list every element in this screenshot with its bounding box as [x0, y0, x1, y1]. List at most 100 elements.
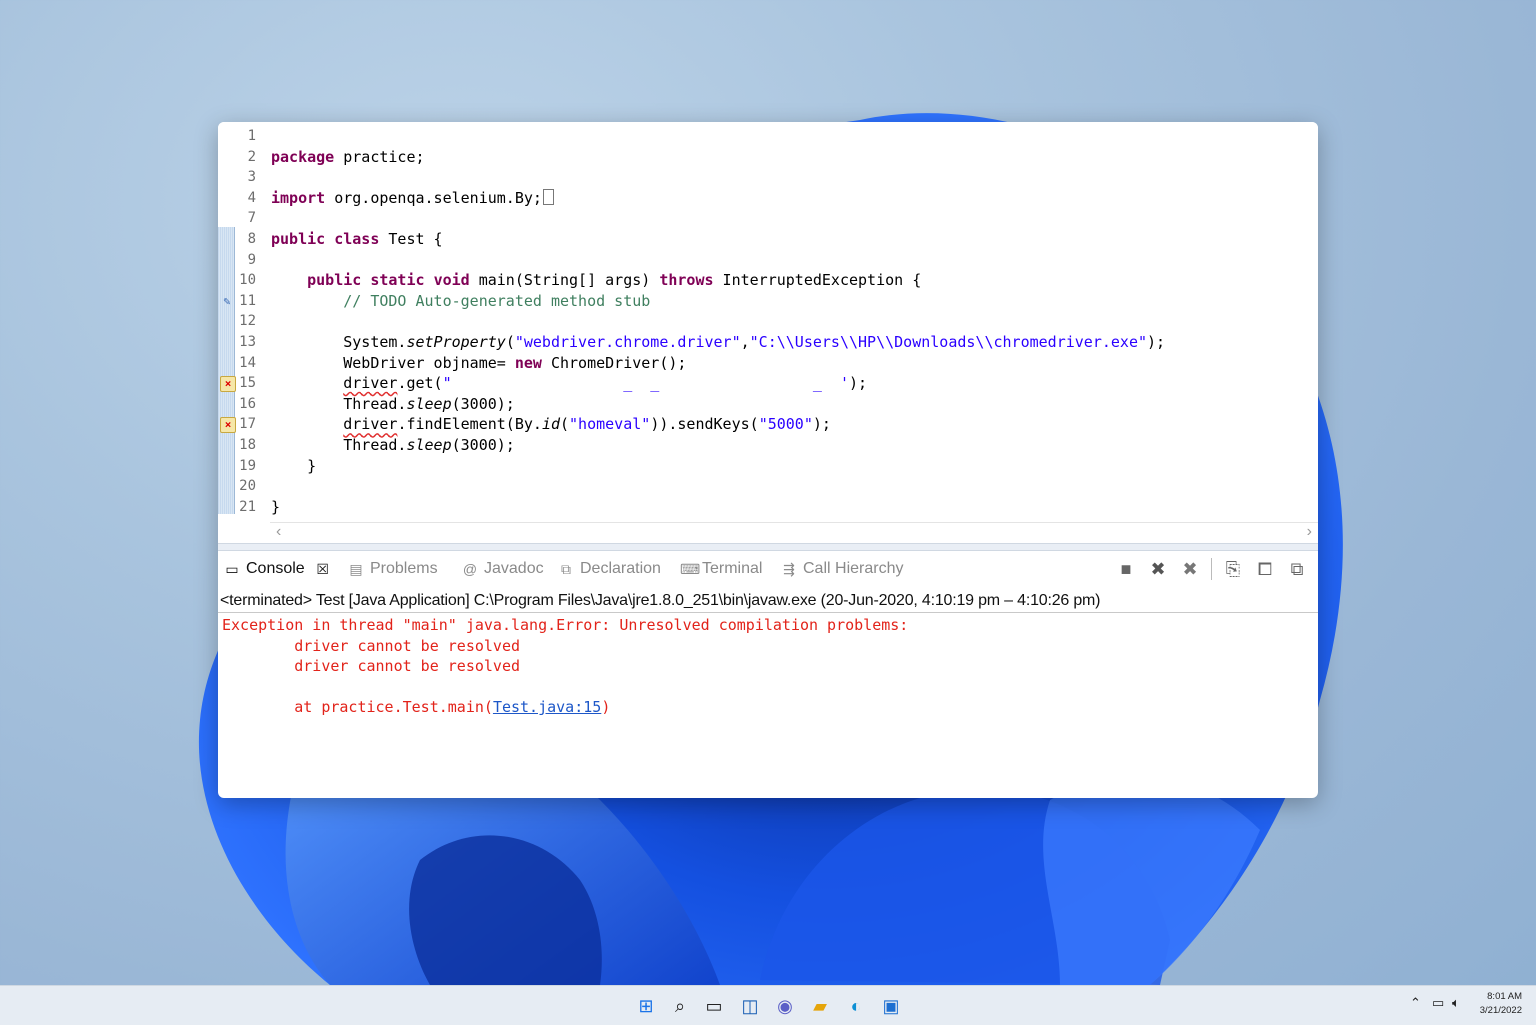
- code-token: System.: [271, 333, 407, 351]
- editor-horizontal-scrollbar[interactable]: ‹ ›: [270, 522, 1318, 541]
- code-line[interactable]: 8 public class Test {: [218, 229, 1318, 249]
- console-toolbar: ■ ✖ ✖ ⎘ ⧠ ⧉: [1115, 558, 1308, 580]
- start-icon[interactable]: ⊞: [634, 994, 658, 1018]
- code-token: "C:\\Users\\HP\\Downloads\\chromedriver.…: [749, 333, 1148, 351]
- code-line[interactable]: 20: [218, 476, 1318, 496]
- line-number: 14: [239, 354, 256, 371]
- code-line[interactable]: 16 Thread.sleep(3000);: [218, 394, 1318, 414]
- clock-date: 3/21/2022: [1479, 1005, 1522, 1016]
- code-editor[interactable]: 1 2 package practice; 3 4 import org.openqa.s…: [218, 122, 1318, 520]
- file-explorer-icon[interactable]: ▰: [808, 994, 832, 1018]
- code-line[interactable]: 10 public static void main(String[] args…: [218, 270, 1318, 290]
- code-line[interactable]: 18 Thread.sleep(3000);: [218, 435, 1318, 455]
- code-token: void: [433, 271, 470, 290]
- network-icon[interactable]: ▭: [1432, 995, 1444, 1011]
- console-icon: ▭: [225, 561, 239, 577]
- tab-label: Console: [246, 560, 305, 577]
- remove-all-terminated-icon[interactable]: ✖: [1179, 558, 1201, 580]
- code-token: // TODO Auto-generated method stub: [271, 291, 651, 310]
- code-token: import: [271, 188, 326, 207]
- code-line[interactable]: 13 System.setProperty("webdriver.chrome.…: [218, 332, 1318, 352]
- view-tabs: ▭ Console ☒ ▤ Problems @ Javadoc ⧉ Decla…: [218, 552, 1318, 590]
- code-line[interactable]: 12: [218, 311, 1318, 331]
- scroll-left-icon[interactable]: ‹: [276, 523, 281, 541]
- tab-label: Call Hierarchy: [803, 560, 904, 577]
- eclipse-window: 1 2 package practice; 3 4 import org.openqa.s…: [218, 122, 1318, 798]
- console-error-line: driver cannot be resolved: [222, 657, 521, 675]
- code-token: package: [271, 147, 335, 166]
- problems-icon: ▤: [349, 561, 363, 577]
- code-token: driver: [343, 415, 398, 434]
- code-token: "webdriver.chrome.driver": [514, 333, 741, 351]
- chat-icon[interactable]: ◉: [773, 994, 797, 1018]
- line-number: 19: [239, 457, 256, 474]
- stacktrace-link[interactable]: Test.java:15: [493, 698, 601, 716]
- tab-label: Declaration: [580, 560, 661, 577]
- tab-terminal[interactable]: ⌨ Terminal: [680, 560, 762, 578]
- store-icon[interactable]: ▣: [879, 994, 903, 1018]
- tab-declaration[interactable]: ⧉ Declaration: [558, 560, 661, 578]
- code-token: new: [514, 353, 542, 372]
- tab-problems[interactable]: ▤ Problems: [348, 560, 437, 578]
- line-number: 4: [247, 189, 256, 206]
- scroll-lock-icon[interactable]: ⧠: [1254, 558, 1276, 580]
- taskbar: ⊞ ⌕ ▭ ◫ ◉ ▰ ◐ ▣ ⌃ ▭ 🔈︎ 8:01 AM 3/21/2022: [0, 985, 1536, 1025]
- code-line[interactable]: 14 WebDriver objname= new ChromeDriver()…: [218, 353, 1318, 373]
- volume-icon[interactable]: 🔈︎: [1452, 995, 1460, 1011]
- code-line[interactable]: 9: [218, 250, 1318, 270]
- call-hierarchy-icon: ⇶: [783, 561, 795, 577]
- clear-console-icon[interactable]: ⎘: [1222, 558, 1244, 580]
- task-view-icon[interactable]: ▭: [702, 994, 726, 1018]
- line-number: 9: [247, 251, 256, 268]
- code-text: Thread.sleep(3000);: [271, 394, 515, 414]
- close-icon[interactable]: ☒: [315, 561, 331, 577]
- widgets-icon[interactable]: ◫: [738, 994, 762, 1018]
- code-token: WebDriver objname=: [271, 353, 515, 372]
- code-line[interactable]: 21}: [218, 497, 1318, 517]
- code-token: );: [848, 374, 868, 393]
- remove-launch-icon[interactable]: ✖: [1147, 558, 1169, 580]
- line-number: 12: [239, 313, 256, 330]
- console-divider: [218, 612, 1318, 613]
- code-line[interactable]: 3: [218, 167, 1318, 187]
- folded-imports-icon[interactable]: [542, 188, 554, 205]
- code-token: Thread.: [271, 436, 407, 454]
- task-marker-icon[interactable]: ✎: [220, 294, 234, 308]
- chevron-up-icon[interactable]: ⌃: [1410, 995, 1421, 1011]
- clock[interactable]: 8:01 AM 3/21/2022: [1480, 990, 1522, 1018]
- code-line[interactable]: 19 }: [218, 456, 1318, 476]
- edge-icon[interactable]: ◐: [844, 994, 868, 1018]
- code-line[interactable]: ✎ 11 // TODO Auto-generated method stub: [218, 291, 1318, 311]
- console-error-line: Exception in thread "main" java.lang.Err…: [222, 616, 918, 634]
- search-icon[interactable]: ⌕: [668, 994, 692, 1018]
- toolbar-separator: [1211, 558, 1212, 580]
- scroll-right-icon[interactable]: ›: [1307, 523, 1312, 541]
- code-line[interactable]: 1: [218, 126, 1318, 146]
- line-number: 17: [239, 416, 256, 433]
- panel-splitter[interactable]: [218, 543, 1318, 551]
- line-number: 20: [239, 478, 256, 495]
- code-line[interactable]: × 17 driver.findElement(By.id("homeval"))…: [218, 414, 1318, 434]
- code-text: }: [271, 497, 280, 517]
- line-number: 16: [239, 395, 256, 412]
- code-line[interactable]: 2 package practice;: [218, 147, 1318, 167]
- line-number: 11: [239, 292, 256, 309]
- code-text: public static void main(String[] args) t…: [271, 270, 921, 290]
- code-token: }: [271, 456, 317, 475]
- console-stacktrace-line: at practice.Test.main(Test.java:15): [222, 697, 610, 717]
- tab-javadoc[interactable]: @ Javadoc: [462, 560, 544, 578]
- code-line[interactable]: 4 import org.openqa.selenium.By;: [218, 188, 1318, 208]
- console-error-line: driver cannot be resolved: [222, 637, 521, 655]
- word-wrap-icon[interactable]: ⧉: [1286, 558, 1308, 580]
- stacktrace-prefix: at practice.Test.main(: [222, 698, 493, 716]
- tab-console[interactable]: ▭ Console ☒: [224, 560, 331, 578]
- tab-call-hierarchy[interactable]: ⇶ Call Hierarchy: [781, 560, 903, 578]
- terminate-icon[interactable]: ■: [1115, 558, 1137, 580]
- code-line[interactable]: 7: [218, 208, 1318, 228]
- code-text: public class Test {: [271, 229, 443, 249]
- code-line[interactable]: × 15 driver.get(" _ _ _ ');: [218, 373, 1318, 393]
- code-token: "homeval": [569, 415, 651, 434]
